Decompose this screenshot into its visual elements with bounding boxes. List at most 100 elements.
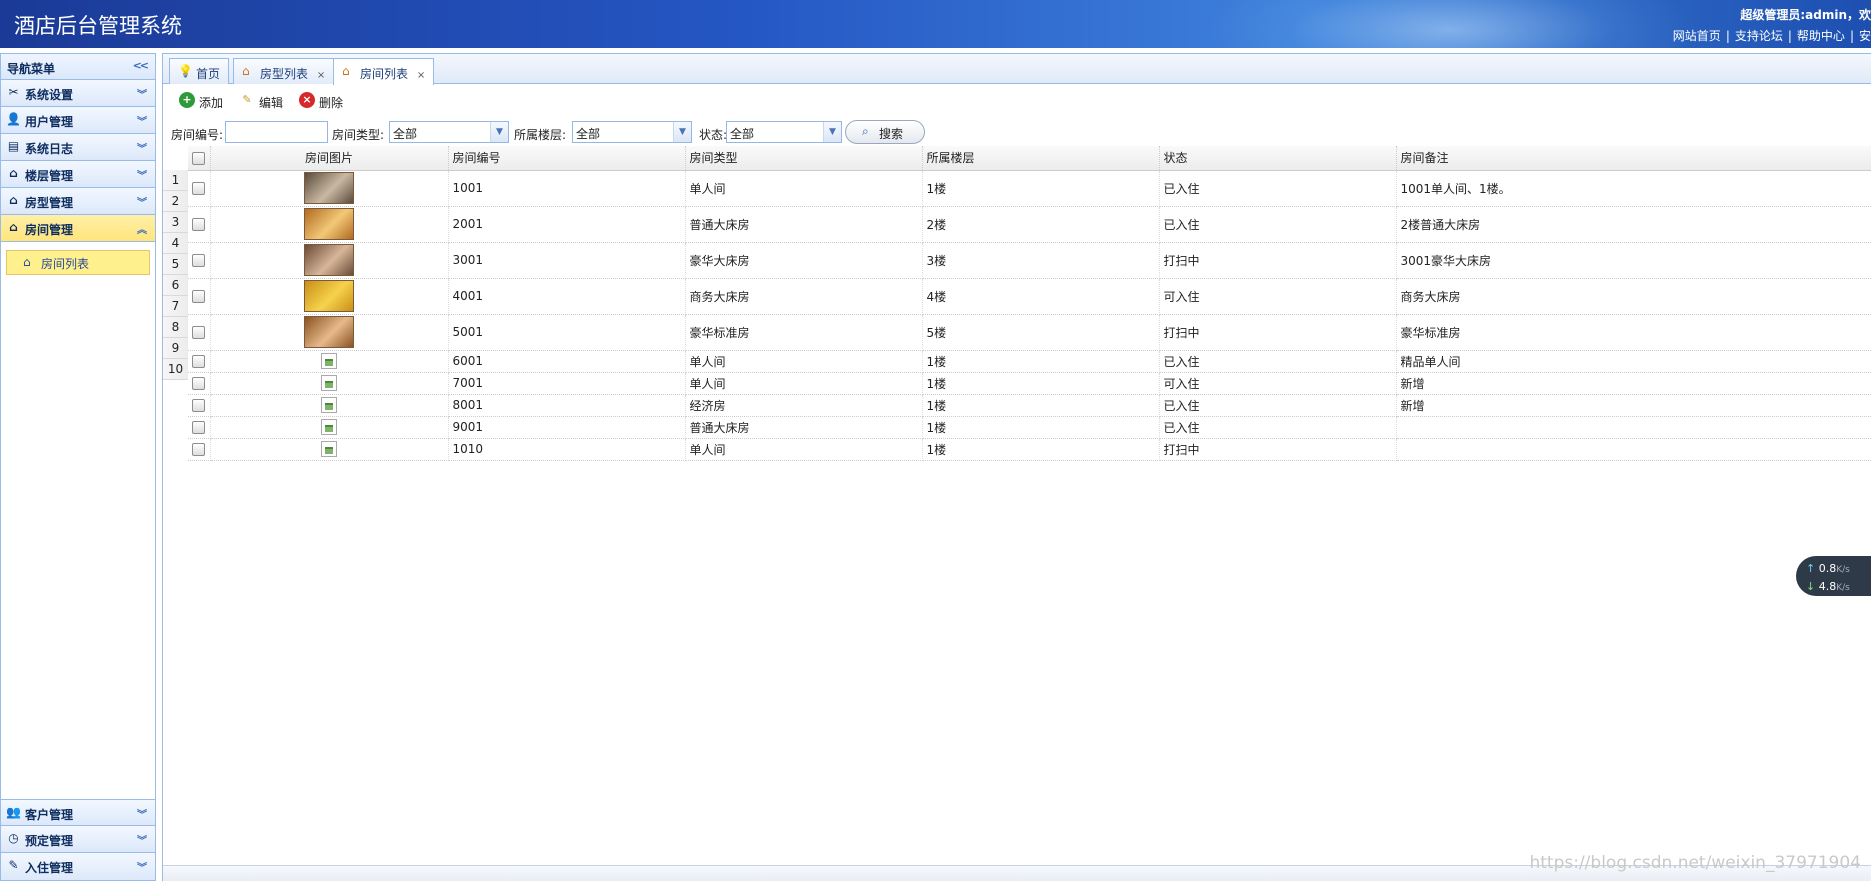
sidebar-item-room-list[interactable]: ⌂ 房间列表 [6,250,150,275]
room-no-label: 房间编号: [171,128,224,142]
row-checkbox[interactable] [188,278,211,315]
table-row[interactable]: 3001 豪华大床房 3楼 打扫中 3001豪华大床房 [188,242,1871,279]
close-icon[interactable]: × [317,70,325,81]
room-photo-cell [210,278,449,315]
row-checkbox[interactable] [188,372,211,395]
sidebar-title: 导航菜单 [7,62,56,76]
nav-user-management[interactable]: 👤 用户管理 ︾ [1,107,155,134]
nav-room-management[interactable]: ⌂ 房间管理 ︽ [1,215,155,242]
table-row[interactable]: 6001 单人间 1楼 已入住 精品单人间 [188,350,1871,373]
network-speed-widget: ↑ 0.8K/s ↓ 4.8K/s [1796,556,1871,596]
row-checkbox[interactable] [188,438,211,461]
nav-booking-management[interactable]: ◷ 预定管理 ︾ [1,826,155,853]
table-row[interactable]: 7001 单人间 1楼 可入住 新增 [188,372,1871,395]
floor-cell: 1楼 [922,372,1160,395]
room-photo [304,208,354,240]
room-type-cell: 经济房 [685,394,923,417]
edit-button[interactable]: ✎ 编辑 [239,93,283,111]
room-no-cell: 6001 [448,350,686,373]
link-help[interactable]: 帮助中心 [1797,29,1845,43]
nav-customer-management[interactable]: 👥 客户管理 ︾ [1,799,155,826]
table-row[interactable]: 8001 经济房 1楼 已入住 新增 [188,394,1871,417]
add-button[interactable]: + 添加 [179,92,223,111]
chevron-down-icon: ▼ [823,122,841,142]
close-icon[interactable]: × [417,70,425,81]
nav-checkin-management[interactable]: ✎ 入住管理 ︾ [1,853,155,880]
clock-icon: ◷ [8,831,19,845]
filter-bar: 房间编号: 房间类型: 全部 ▼ 所属楼层: 全部 ▼ 状态: 全部 ▼ ⌕ 搜… [163,118,1871,145]
column-header-status[interactable]: 状态 [1159,146,1397,171]
select-all-checkbox[interactable] [188,146,211,171]
tab-label: 房型列表 [260,67,309,81]
nav-system-log[interactable]: ▤ 系统日志 ︾ [1,134,155,161]
row-checkbox[interactable] [188,350,211,373]
row-number: 2 [163,191,188,212]
status-cell: 可入住 [1159,278,1397,315]
room-type-cell: 豪华大床房 [685,242,923,279]
room-type-cell: 商务大床房 [685,278,923,315]
download-unit: K/s [1836,583,1850,593]
tab-room-list[interactable]: ⌂ 房间列表 × [333,58,435,85]
tab-home[interactable]: 💡 首页 [169,58,230,84]
status-cell: 打扫中 [1159,242,1397,279]
nav-system-settings[interactable]: ✂ 系统设置 ︾ [1,80,155,107]
room-photo [304,244,354,276]
toolbar: + 添加 ✎ 编辑 × 删除 [163,84,1871,118]
column-header-photo[interactable]: 房间图片 [210,146,449,171]
floor-cell: 1楼 [922,394,1160,417]
column-header-note[interactable]: 房间备注 [1396,146,1871,171]
table-row[interactable]: 9001 普通大床房 1楼 已入住 [188,416,1871,439]
row-checkbox[interactable] [188,416,211,439]
nav-label: 入住管理 [25,861,74,875]
chevron-down-icon: ︾ [137,90,147,101]
room-no-cell: 5001 [448,314,686,351]
note-cell: 3001豪华大床房 [1396,242,1871,279]
search-icon: ⌕ [862,124,869,138]
tab-label: 房间列表 [360,67,409,81]
nav-label: 系统日志 [25,142,74,156]
chevron-up-icon: ︽ [137,225,147,236]
nav-label: 预定管理 [25,834,74,848]
row-number: 7 [163,296,188,317]
room-type-label: 房间类型: [332,128,385,142]
nav-roomtype-management[interactable]: ⌂ 房型管理 ︾ [1,188,155,215]
home-icon: ⌂ [9,166,18,180]
column-header-floor[interactable]: 所属楼层 [922,146,1160,171]
floor-cell: 1楼 [922,438,1160,461]
room-no-cell: 4001 [448,278,686,315]
row-checkbox[interactable] [188,170,211,207]
room-no-cell: 9001 [448,416,686,439]
nav-floor-management[interactable]: ⌂ 楼层管理 ︾ [1,161,155,188]
room-no-input[interactable] [225,121,328,143]
pencil-icon: ✎ [242,93,252,106]
row-checkbox[interactable] [188,242,211,279]
column-header-room-type[interactable]: 房间类型 [685,146,923,171]
broken-image-icon [321,441,337,457]
link-site-home[interactable]: 网站首页 [1673,29,1721,43]
table-row[interactable]: 2001 普通大床房 2楼 已入住 2楼普通大床房 [188,206,1871,243]
link-forum[interactable]: 支持论坛 [1735,29,1783,43]
room-photo-cell [210,170,449,207]
status-select[interactable]: 全部 ▼ [726,121,842,143]
note-cell: 豪华标准房 [1396,314,1871,351]
table-row[interactable]: 5001 豪华标准房 5楼 打扫中 豪华标准房 [188,314,1871,351]
chevron-down-icon: ︾ [137,198,147,209]
table-row[interactable]: 1010 单人间 1楼 打扫中 [188,438,1871,461]
table-row[interactable]: 1001 单人间 1楼 已入住 1001单人间、1楼。 [188,170,1871,207]
search-button[interactable]: ⌕ 搜索 [845,120,925,144]
floor-cell: 5楼 [922,314,1160,351]
row-checkbox[interactable] [188,394,211,417]
floor-select[interactable]: 全部 ▼ [572,121,692,143]
delete-button[interactable]: × 删除 [299,92,343,111]
room-type-select[interactable]: 全部 ▼ [389,121,509,143]
column-header-room-no[interactable]: 房间编号 [448,146,686,171]
home-icon: ⌂ [9,220,18,234]
link-safe-exit[interactable]: 安 [1859,29,1871,43]
tab-roomtype-list[interactable]: ⌂ 房型列表 × [233,58,335,84]
row-checkbox[interactable] [188,314,211,351]
row-checkbox[interactable] [188,206,211,243]
room-no-cell: 1010 [448,438,686,461]
collapse-sidebar-icon[interactable]: << [133,59,150,72]
room-photo [304,316,354,348]
table-row[interactable]: 4001 商务大床房 4楼 可入住 商务大床房 [188,278,1871,315]
